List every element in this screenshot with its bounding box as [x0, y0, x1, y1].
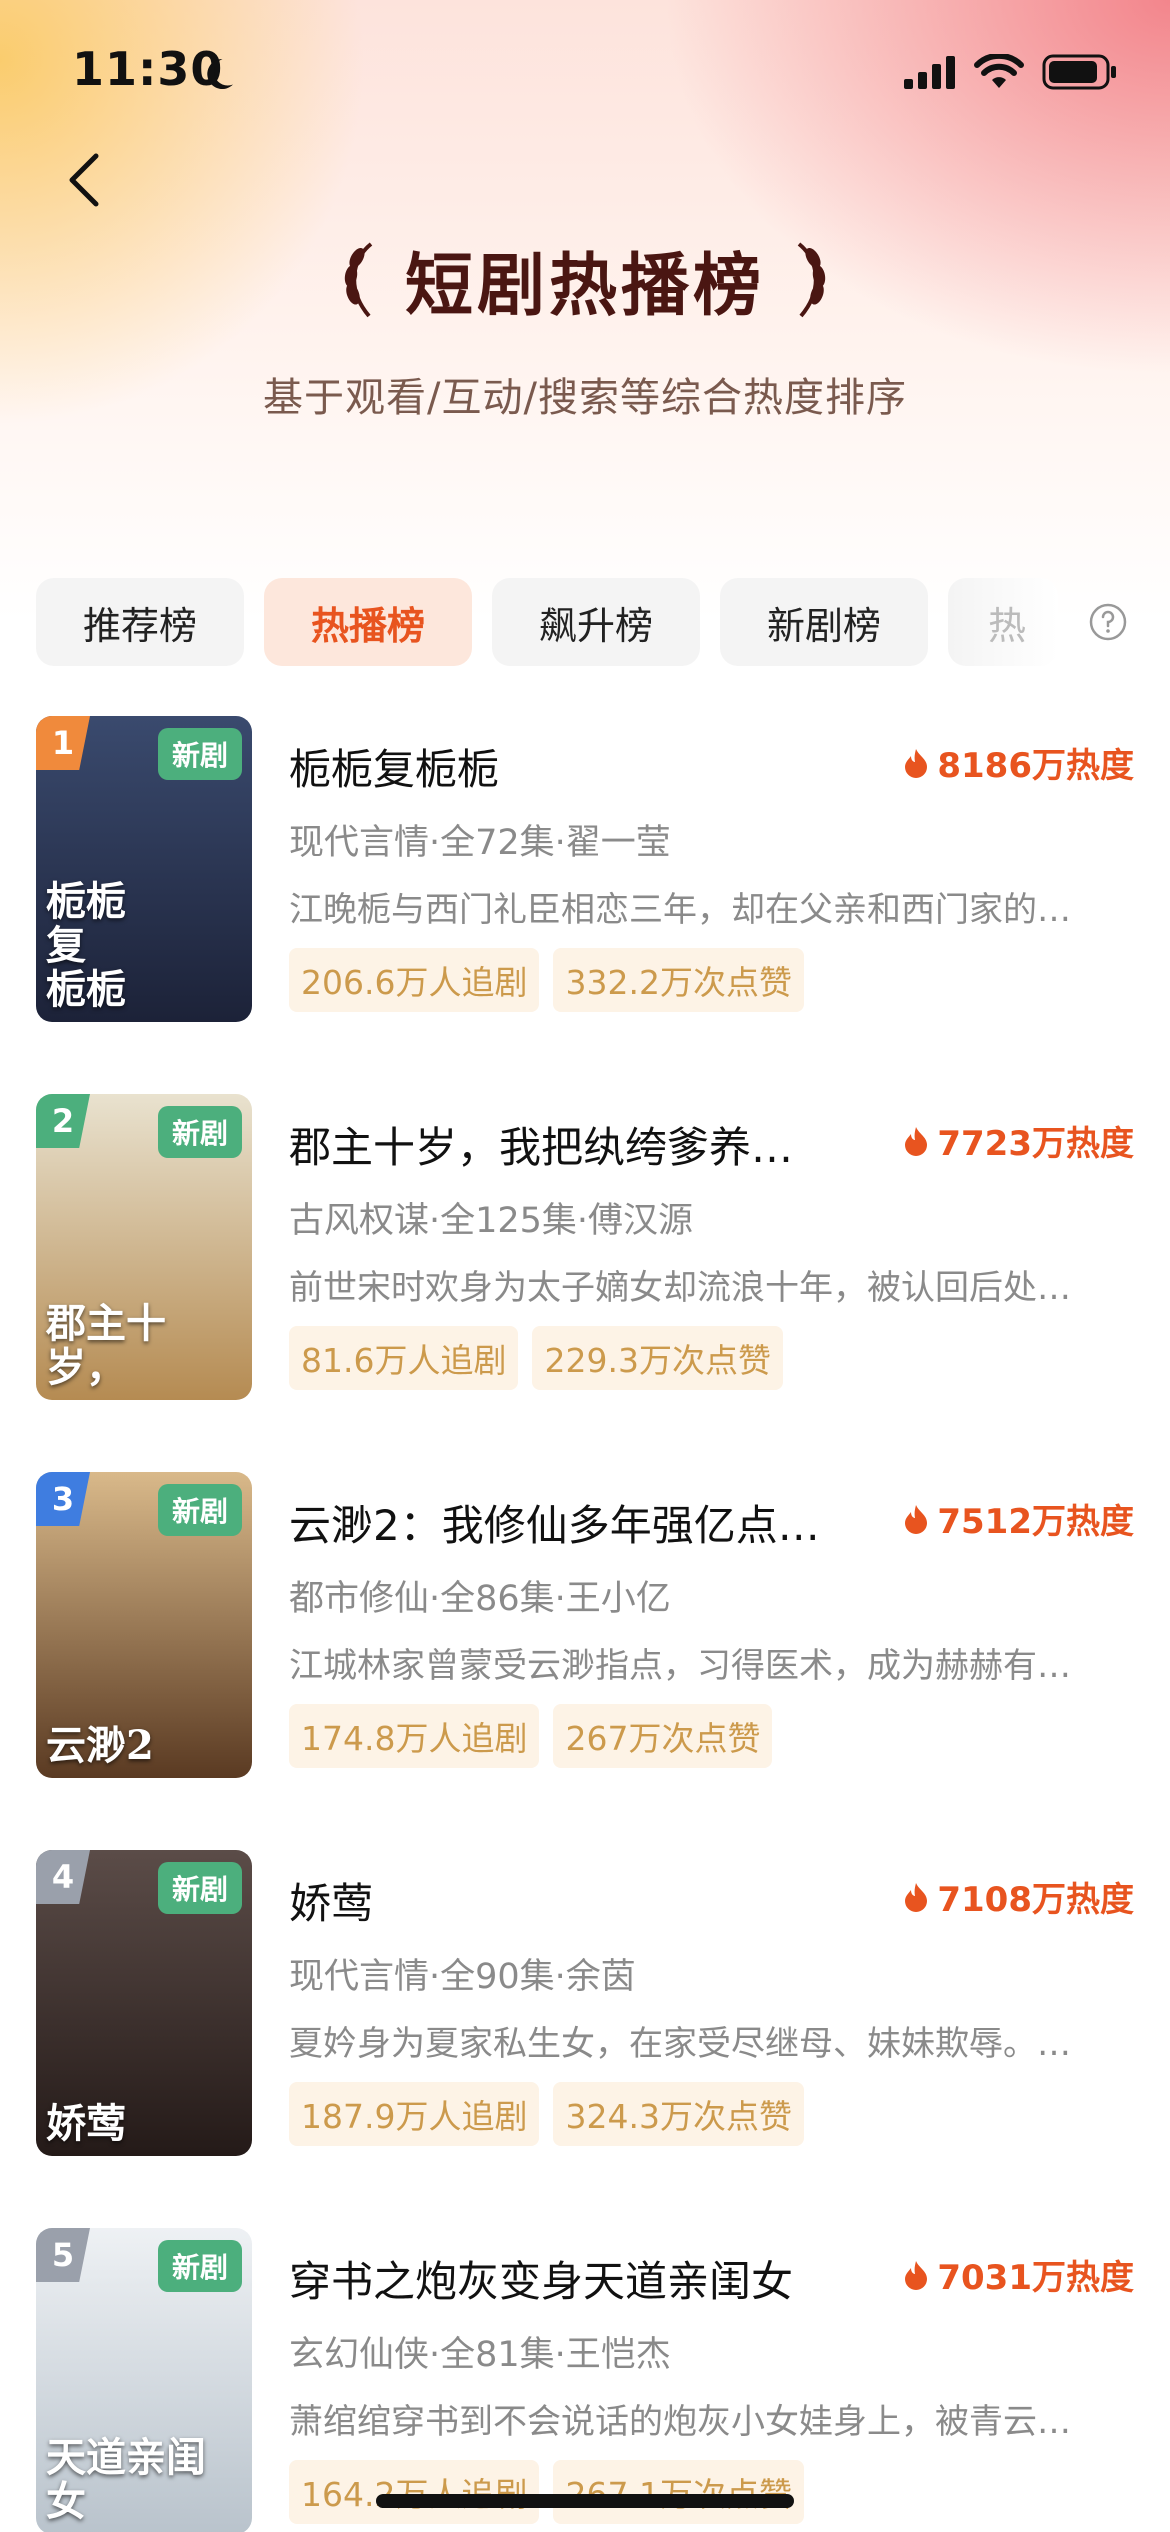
- poster-caption: 天道亲闺女: [46, 2434, 206, 2525]
- poster-caption: 云渺2: [46, 1722, 154, 1769]
- likes-count: 229.3万次点赞: [532, 1326, 783, 1390]
- heat-count: 7108万热度: [903, 1872, 1134, 1921]
- poster-caption: 娇莺: [46, 2100, 126, 2147]
- back-button[interactable]: [44, 140, 124, 220]
- moon-icon: [207, 58, 233, 89]
- drama-list: 1 新剧 栀栀 复 栀栀 栀栀复栀栀 8186万热度 现代言情·全72集·翟一莹…: [36, 716, 1134, 2532]
- flame-icon: [905, 1882, 928, 1912]
- heat-label: 7108万热度: [937, 1880, 1134, 1920]
- status-icons: [904, 54, 1118, 90]
- chevron-left-icon: [69, 153, 99, 207]
- rank-badge: 5: [36, 2228, 90, 2282]
- drama-description: 江晚栀与西门礼臣相恋三年，却在父亲和西门家的…: [289, 890, 1071, 930]
- ranking-tabs: 推荐榜 热播榜 飙升榜 新剧榜 热: [36, 578, 1086, 668]
- poster-image: 1 新剧 栀栀 复 栀栀: [36, 716, 252, 1022]
- heat-count: 7512万热度: [903, 1494, 1134, 1543]
- flame-icon: [905, 1126, 928, 1156]
- drama-title: 栀栀复栀栀: [289, 745, 500, 794]
- followers-count: 81.6万人追剧: [289, 1326, 519, 1390]
- drama-meta: 现代言情·全72集·翟一莹: [289, 823, 671, 863]
- list-item[interactable]: 4 新剧 娇莺 娇莺 7108万热度 现代言情·全90集·余茵 夏妗身为夏家私生…: [36, 1850, 1134, 2228]
- likes-count: 267.1万次点赞: [553, 2460, 804, 2524]
- laurel-right-icon: [797, 241, 826, 317]
- rank-badge: 1: [36, 716, 90, 770]
- drama-meta: 玄幻仙侠·全81集·王恺杰: [289, 2335, 671, 2375]
- tab-hot[interactable]: 热播榜: [264, 578, 472, 666]
- laurel-left-icon: [344, 241, 373, 317]
- heat-label: 7723万热度: [937, 1124, 1134, 1164]
- wifi-icon: [974, 54, 1024, 88]
- drama-title: 娇莺: [289, 1879, 374, 1928]
- list-item[interactable]: 3 新剧 云渺2 云渺2：我修仙多年强亿点… 7512万热度 都市修仙·全86集…: [36, 1472, 1134, 1850]
- heat-count: 8186万热度: [903, 738, 1134, 787]
- drama-title: 郡主十岁，我把纨绔爹养…: [289, 1123, 794, 1172]
- poster-caption: 栀栀 复 栀栀: [46, 878, 126, 1013]
- heat-label: 8186万热度: [937, 746, 1134, 786]
- new-badge: 新剧: [157, 1106, 242, 1158]
- drama-description: 前世宋时欢身为太子嫡女却流浪十年，被认回后处…: [289, 1268, 1071, 1308]
- tab-rising[interactable]: 飙升榜: [492, 578, 700, 666]
- battery-icon: [1042, 54, 1116, 90]
- new-badge: 新剧: [157, 1484, 242, 1536]
- home-indicator[interactable]: [376, 2494, 794, 2508]
- rank-badge: 3: [36, 1472, 90, 1526]
- new-badge: 新剧: [157, 2240, 242, 2292]
- likes-count: 324.3万次点赞: [553, 2082, 804, 2146]
- tab-more[interactable]: 热: [948, 578, 1058, 666]
- heat-label: 7031万热度: [937, 2258, 1134, 2298]
- drama-meta: 古风权谋·全125集·傅汉源: [289, 1201, 694, 1241]
- page-title-group: 短剧热播榜: [0, 230, 1170, 329]
- followers-count: 187.9万人追剧: [289, 2082, 540, 2146]
- drama-meta: 都市修仙·全86集·王小亿: [289, 1579, 671, 1619]
- drama-description: 萧绾绾穿书到不会说话的炮灰小女娃身上，被青云…: [289, 2402, 1071, 2442]
- rank-badge: 2: [36, 1094, 90, 1148]
- tab-new[interactable]: 新剧榜: [720, 578, 928, 666]
- drama-description: 夏妗身为夏家私生女，在家受尽继母、妹妹欺辱。…: [289, 2024, 1071, 2064]
- drama-meta: 现代言情·全90集·余茵: [289, 1957, 636, 1997]
- list-item[interactable]: 2 新剧 郡主十岁， 郡主十岁，我把纨绔爹养… 7723万热度 古风权谋·全12…: [36, 1094, 1134, 1472]
- tab-recommend[interactable]: 推荐榜: [36, 578, 244, 666]
- heat-count: 7723万热度: [903, 1116, 1134, 1165]
- poster-caption: 郡主十岁，: [46, 1300, 166, 1391]
- new-badge: 新剧: [157, 728, 242, 780]
- drama-title: 穿书之炮灰变身天道亲闺女: [289, 2257, 794, 2306]
- heat-count: 7031万热度: [903, 2250, 1134, 2299]
- drama-description: 江城林家曾蒙受云渺指点，习得医术，成为赫赫有…: [289, 1646, 1071, 1686]
- likes-count: 332.2万次点赞: [553, 948, 804, 1012]
- poster-image: 5 新剧 天道亲闺女: [36, 2228, 252, 2532]
- flame-icon: [905, 748, 928, 778]
- poster-image: 4 新剧 娇莺: [36, 1850, 252, 2156]
- followers-count: 174.8万人追剧: [289, 1704, 540, 1768]
- poster-image: 2 新剧 郡主十岁，: [36, 1094, 252, 1400]
- new-badge: 新剧: [157, 1862, 242, 1914]
- heat-label: 7512万热度: [937, 1502, 1134, 1542]
- page-title: 短剧热播榜: [404, 246, 765, 326]
- page-subtitle: 基于观看/互动/搜索等综合热度排序: [263, 375, 907, 421]
- followers-count: 206.6万人追剧: [289, 948, 540, 1012]
- list-item[interactable]: 5 新剧 天道亲闺女 穿书之炮灰变身天道亲闺女 7031万热度 玄幻仙侠·全81…: [36, 2228, 1134, 2532]
- likes-count: 267万次点赞: [553, 1704, 773, 1768]
- drama-title: 云渺2：我修仙多年强亿点…: [289, 1501, 820, 1550]
- poster-image: 3 新剧 云渺2: [36, 1472, 252, 1778]
- cellular-signal-icon: [904, 56, 955, 89]
- list-item[interactable]: 1 新剧 栀栀 复 栀栀 栀栀复栀栀 8186万热度 现代言情·全72集·翟一莹…: [36, 716, 1134, 1094]
- followers-count: 164.2万人追剧: [289, 2460, 540, 2524]
- flame-icon: [905, 1504, 928, 1534]
- rank-badge: 4: [36, 1850, 90, 1904]
- flame-icon: [905, 2260, 928, 2290]
- help-icon[interactable]: [1088, 602, 1128, 642]
